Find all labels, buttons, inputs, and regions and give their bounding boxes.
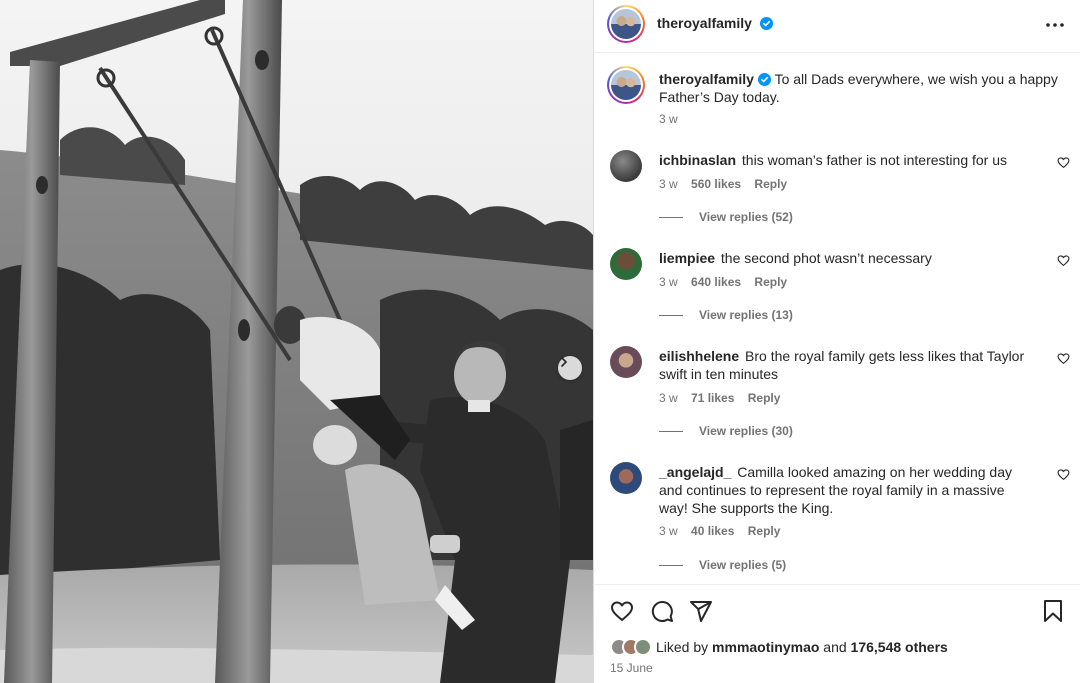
reply-button[interactable]: Reply xyxy=(754,275,787,289)
comment-text: this woman’s father is not interesting f… xyxy=(741,152,1008,168)
author-name-row: theroyalfamily xyxy=(657,15,774,33)
likes-others[interactable]: 176,548 others xyxy=(851,639,948,655)
post-header: theroyalfamily xyxy=(594,0,1080,53)
view-replies-label: View replies (13) xyxy=(699,308,793,322)
author-username[interactable]: theroyalfamily xyxy=(657,15,752,31)
comment-item: _angelajd_ Camilla looked amazing on her… xyxy=(610,462,1070,576)
view-replies-label: View replies (30) xyxy=(699,424,793,438)
caption-age: 3 w xyxy=(659,112,678,126)
comment-likes[interactable]: 40 likes xyxy=(691,524,734,538)
verified-badge-icon xyxy=(757,73,771,86)
post-caption: theroyalfamily To all Dads everywhere, w… xyxy=(659,70,1059,106)
chevron-right-icon xyxy=(561,357,568,367)
like-comment-heart-icon[interactable] xyxy=(1057,352,1070,365)
comment-username[interactable]: _angelajd_ xyxy=(659,464,731,480)
post-actions: Liked by mmmaotinymao and 176,548 others… xyxy=(594,584,1080,683)
comment-body: ichbinaslan this woman’s father is not i… xyxy=(659,151,1029,169)
comment-meta: 3 w 71 likes Reply xyxy=(659,391,780,405)
like-comment-heart-icon[interactable] xyxy=(1057,156,1070,169)
comment-likes[interactable]: 640 likes xyxy=(691,275,741,289)
comment-body: _angelajd_ Camilla looked amazing on her… xyxy=(659,463,1029,517)
comment-age: 3 w xyxy=(659,275,678,289)
likes-middle: and xyxy=(823,639,847,655)
commenter-avatar[interactable] xyxy=(610,248,642,280)
reply-button[interactable]: Reply xyxy=(748,391,781,405)
post-photo[interactable] xyxy=(0,0,593,683)
caption-username[interactable]: theroyalfamily xyxy=(659,71,754,87)
view-replies-label: View replies (52) xyxy=(699,210,793,224)
caption-author-avatar[interactable] xyxy=(607,66,645,104)
author-avatar[interactable] xyxy=(607,5,645,43)
comment-item: ichbinaslan this woman’s father is not i… xyxy=(610,150,1070,230)
black-and-white-photo xyxy=(0,0,593,683)
view-replies-button[interactable]: View replies (52) xyxy=(659,210,793,224)
share-icon[interactable] xyxy=(689,599,713,623)
comment-meta: 3 w 560 likes Reply xyxy=(659,177,787,191)
comment-likes[interactable]: 560 likes xyxy=(691,177,741,191)
comment-age: 3 w xyxy=(659,391,678,405)
next-image-button[interactable] xyxy=(558,356,582,380)
comment-username[interactable]: liempiee xyxy=(659,250,715,266)
more-options-button[interactable] xyxy=(1044,14,1066,36)
comment-age: 3 w xyxy=(659,524,678,538)
comment-item: eilishhelene Bro the royal family gets l… xyxy=(610,346,1070,444)
commenter-avatar[interactable] xyxy=(610,150,642,182)
post-side-panel: theroyalfamily theroyalfamily To all Dad… xyxy=(593,0,1080,683)
commenter-avatar[interactable] xyxy=(610,346,642,378)
view-replies-button[interactable]: View replies (30) xyxy=(659,424,793,438)
reply-button[interactable]: Reply xyxy=(754,177,787,191)
view-replies-button[interactable]: View replies (13) xyxy=(659,308,793,322)
post-viewer: theroyalfamily theroyalfamily To all Dad… xyxy=(0,0,1080,683)
comment-likes[interactable]: 71 likes xyxy=(691,391,734,405)
comment-username[interactable]: ichbinaslan xyxy=(659,152,736,168)
liked-by-user[interactable]: mmmaotinymao xyxy=(712,639,819,655)
comment-text: the second phot wasn’t necessary xyxy=(720,250,932,266)
bookmark-icon[interactable] xyxy=(1042,599,1064,623)
comment-body: liempiee the second phot wasn’t necessar… xyxy=(659,249,1029,267)
liker-avatar xyxy=(634,638,652,656)
comment-age: 3 w xyxy=(659,177,678,191)
likes-prefix: Liked by xyxy=(656,639,709,655)
comment-meta: 3 w 640 likes Reply xyxy=(659,275,787,289)
comment-username[interactable]: eilishhelene xyxy=(659,348,739,364)
reply-button[interactable]: Reply xyxy=(748,524,781,538)
view-replies-button[interactable]: View replies (5) xyxy=(659,558,786,572)
more-options-icon xyxy=(1046,23,1064,27)
like-comment-heart-icon[interactable] xyxy=(1057,254,1070,267)
comment-icon[interactable] xyxy=(650,599,674,623)
likes-summary: Liked by mmmaotinymao and 176,548 others xyxy=(610,638,948,656)
like-comment-heart-icon[interactable] xyxy=(1057,468,1070,481)
comment-body: eilishhelene Bro the royal family gets l… xyxy=(659,347,1029,383)
commenter-avatar[interactable] xyxy=(610,462,642,494)
likes-text: Liked by mmmaotinymao and 176,548 others xyxy=(656,639,948,655)
post-date[interactable]: 15 June xyxy=(610,661,653,675)
comment-meta: 3 w 40 likes Reply xyxy=(659,524,780,538)
heart-icon[interactable] xyxy=(610,599,634,623)
comment-item: liempiee the second phot wasn’t necessar… xyxy=(610,248,1070,328)
verified-badge-icon xyxy=(760,17,774,30)
view-replies-label: View replies (5) xyxy=(699,558,787,572)
